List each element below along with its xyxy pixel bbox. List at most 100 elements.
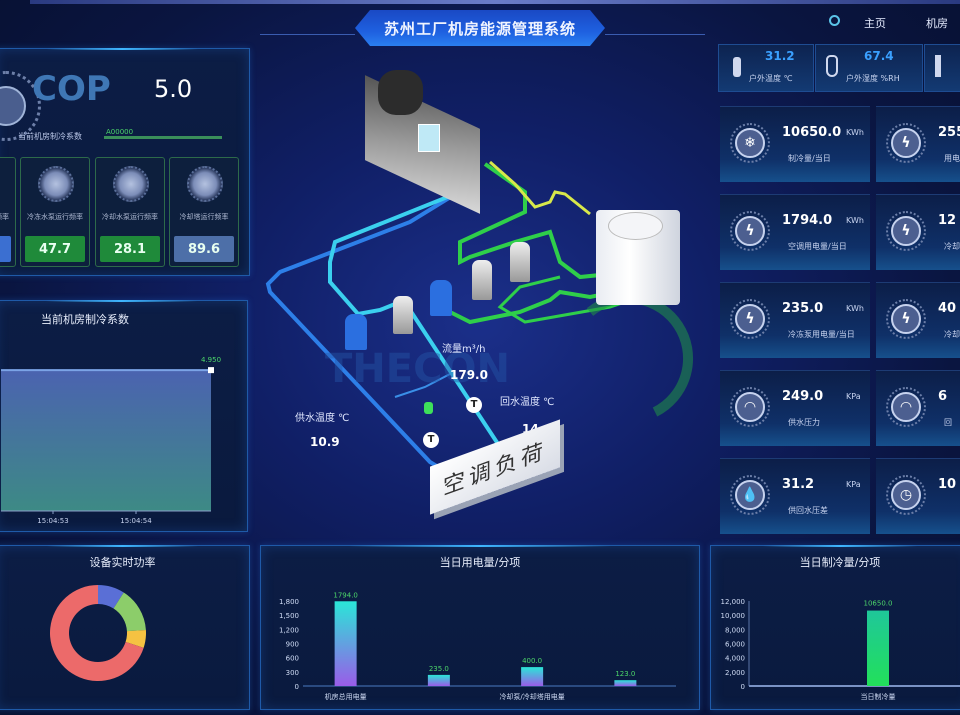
- sensor-outdoor-temp: 31.2 户外温度 ℃: [718, 44, 814, 92]
- metric-label: 供水压力: [788, 418, 820, 427]
- equipment-card[interactable]: 冷冻水泵运行频率 47.7: [20, 157, 90, 267]
- chiller-panel: [418, 124, 440, 152]
- metric-unit: KWh: [846, 128, 864, 137]
- temperature-sensor-icon[interactable]: T: [466, 397, 482, 413]
- equipment-label: 冷却塔运行频率: [179, 213, 229, 221]
- speedometer-icon: ◷: [886, 475, 926, 515]
- lightning-icon: ϟ: [886, 211, 926, 251]
- x-tick-label: 机房总用电量: [325, 692, 367, 701]
- equipment-card[interactable]: 冷却塔运行频率 89.6: [169, 157, 239, 267]
- metric-value: 255: [938, 125, 960, 140]
- temperature-sensor-icon[interactable]: T: [423, 432, 439, 448]
- nav-home[interactable]: 主页: [864, 15, 886, 31]
- bar: [614, 680, 637, 686]
- y-tick-label: 10,000: [721, 612, 746, 620]
- thermometer-icon: [935, 55, 941, 77]
- sensor-outdoor-humidity: 67.4 户外湿度 %RH: [815, 44, 923, 92]
- x-tick-label: 冷却泵/冷却塔用电量: [499, 692, 564, 701]
- cop-point-label: 4.950: [201, 356, 221, 364]
- equipment-value: 28.1: [100, 236, 160, 262]
- valve-icon[interactable]: [424, 402, 433, 414]
- cooling-tower-fan-icon: [608, 212, 663, 240]
- metric-card[interactable]: ◷ 10: [876, 458, 960, 534]
- metric-label: 冷冻泵用电量/当日: [788, 330, 855, 339]
- equipment-label: 冷冻水泵运行频率: [0, 213, 9, 221]
- chilled-pump-icon[interactable]: [345, 314, 367, 350]
- y-tick-label: 1,200: [279, 626, 299, 634]
- metric-card[interactable]: ϟ 1794.0 KWh 空调用电量/当日: [720, 194, 870, 270]
- sensor-value: 67.4: [864, 49, 894, 63]
- sensor-extra: [924, 44, 960, 92]
- bar-value-label: 1794.0: [333, 591, 358, 599]
- clock-icon[interactable]: [829, 15, 840, 26]
- sensor-value: 31.2: [765, 49, 795, 63]
- bar-value-label: 10650.0: [864, 600, 893, 608]
- y-tick-label: 900: [286, 641, 299, 649]
- cop-subtitle: 当前机房制冷系数: [18, 132, 82, 141]
- cop-progress-bar: [104, 136, 222, 139]
- metric-card[interactable]: ϟ 255 用电: [876, 106, 960, 182]
- metric-card[interactable]: ϟ 12 冷却: [876, 194, 960, 270]
- x-tick-label: 15:04:53: [37, 517, 68, 525]
- cooling-pump-icon[interactable]: [510, 242, 530, 282]
- water-drop-icon: 💧: [730, 475, 770, 515]
- snowflake-icon: ❄: [730, 123, 770, 163]
- metric-value: 31.2: [782, 477, 815, 492]
- metric-label: 回: [944, 418, 952, 427]
- bar-value-label: 123.0: [615, 670, 635, 678]
- cooling-pump-icon[interactable]: [430, 280, 452, 316]
- equipment-card[interactable]: 冷却水泵运行频率 28.1: [95, 157, 165, 267]
- header-deco-line-left: [260, 34, 355, 35]
- bar: [521, 667, 544, 686]
- y-tick-label: 8,000: [725, 626, 745, 634]
- metric-unit: KWh: [846, 304, 864, 313]
- metric-card[interactable]: 💧 31.2 KPa 供回水压差: [720, 458, 870, 534]
- metric-card[interactable]: ϟ 40 冷却: [876, 282, 960, 358]
- y-tick-label: 4,000: [725, 655, 745, 663]
- lightning-icon: ϟ: [730, 211, 770, 251]
- chiller-compressor: [378, 70, 423, 115]
- metric-label: 冷却: [944, 242, 960, 251]
- y-tick-label: 300: [286, 669, 299, 677]
- lightning-icon: ϟ: [730, 299, 770, 339]
- bar: [867, 610, 889, 686]
- cooling-bar-chart: 0 2,000 4,000 6,000 8,000 10,000 12,000 10650.0…: [721, 598, 960, 701]
- nav-machine-room[interactable]: 机房: [926, 15, 948, 31]
- equipment-value: 47.7: [25, 236, 85, 262]
- cop-point: [208, 367, 214, 374]
- top-border: [30, 0, 960, 4]
- thermometer-icon: [733, 57, 741, 77]
- equipment-value: 89.6: [174, 236, 234, 262]
- pump-icon: [113, 166, 149, 202]
- y-tick-label: 2,000: [725, 669, 745, 677]
- sensor-label: 户外湿度 %RH: [846, 74, 900, 83]
- y-tick-label: 1,500: [279, 612, 299, 620]
- flow-value: 179.0: [450, 368, 488, 382]
- y-tick-label: 6,000: [725, 641, 745, 649]
- metric-value: 10: [938, 477, 957, 492]
- bar-value-label: 400.0: [522, 657, 542, 665]
- metric-card[interactable]: ❄ 10650.0 KWh 制冷量/当日: [720, 106, 870, 182]
- lightning-icon: ϟ: [886, 123, 926, 163]
- equipment-card[interactable]: 冷冻水泵运行频率: [0, 157, 16, 267]
- cop-panel: COP 5.0 当前机房制冷系数 A00000 冷冻水泵运行频率 冷冻水泵运行频…: [0, 48, 250, 276]
- metric-value: 40: [938, 301, 957, 316]
- flow-label: 流量m³/h: [442, 344, 486, 355]
- metric-card[interactable]: ◠ 249.0 KPa 供水压力: [720, 370, 870, 446]
- chilled-pump-icon[interactable]: [393, 296, 413, 334]
- equipment-label: 冷却水泵运行频率: [102, 213, 158, 221]
- y-tick-label: 600: [286, 655, 299, 663]
- pump-icon: [38, 166, 74, 202]
- bar-value-label: 235.0: [429, 665, 449, 673]
- supply-temp-value: 10.9: [310, 435, 340, 449]
- metric-label: 空调用电量/当日: [788, 242, 847, 251]
- cooling-pump-icon[interactable]: [472, 260, 492, 300]
- metric-unit: KPa: [846, 480, 861, 489]
- condenser-pipe: [489, 160, 591, 216]
- metric-value: 10650.0: [782, 125, 842, 140]
- metric-card[interactable]: ϟ 235.0 KWh 冷冻泵用电量/当日: [720, 282, 870, 358]
- equipment-label: 冷冻水泵运行频率: [27, 213, 83, 221]
- metric-card[interactable]: ◠ 6 回: [876, 370, 960, 446]
- cooling-tower-icon: [187, 166, 223, 202]
- cop-area-chart: 4.950 15:04:53 15:04:54: [1, 356, 221, 525]
